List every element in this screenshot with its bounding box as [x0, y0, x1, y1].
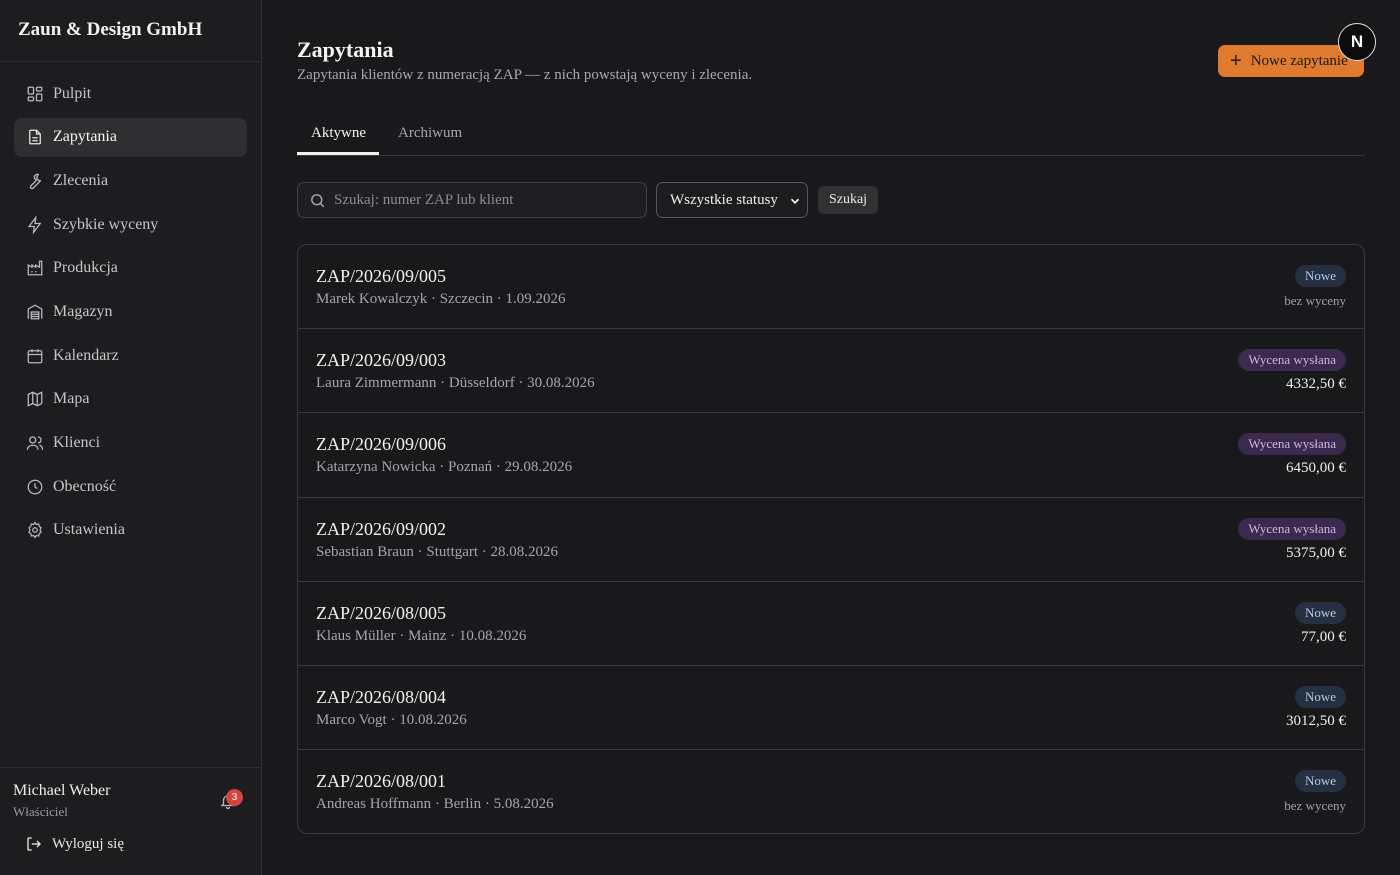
main-content: Zapytania Zapytania klientów z numeracją…: [262, 0, 1400, 875]
sidebar-item-obecnosc[interactable]: Obecność: [14, 467, 247, 506]
calendar-icon: [26, 347, 44, 365]
status-badge: Wycena wysłana: [1238, 517, 1346, 540]
list-item[interactable]: ZAP/2026/09/005 Marek Kowalczyk · Szczec…: [298, 245, 1364, 330]
user-role: Właściciel: [13, 804, 68, 819]
sidebar-item-label: Klienci: [53, 434, 101, 451]
inquiry-meta: Marco Vogt · 10.08.2026: [316, 711, 467, 728]
list-item[interactable]: ZAP/2026/09/003 Laura Zimmermann · Düsse…: [298, 329, 1364, 414]
logout-label: Wyloguj się: [52, 835, 125, 852]
search-input[interactable]: [334, 191, 624, 209]
status-badge: Nowe: [1294, 601, 1346, 624]
tab-aktywne[interactable]: Aktywne: [311, 125, 366, 142]
lightning-icon: [26, 215, 44, 234]
gear-icon: [26, 521, 44, 539]
inquiry-amount: bez wyceny: [1284, 293, 1346, 308]
status-badge: Wycena wysłana: [1238, 433, 1346, 456]
chevron-down-icon: [790, 198, 800, 204]
brand-name: Zaun & Design GmbH: [0, 0, 261, 62]
inquiry-amount: 77,00 €: [1301, 628, 1346, 645]
tab-archiwum[interactable]: Archiwum: [398, 125, 462, 142]
sidebar-item-szybkie-wyceny[interactable]: Szybkie wyceny: [14, 205, 247, 244]
sidebar-nav: Pulpit Zapytania Zlecenia Szybkie wyceny…: [0, 62, 261, 550]
inquiry-meta: Marek Kowalczyk · Szczecin · 1.09.2026: [316, 291, 566, 307]
sidebar-item-label: Pulpit: [53, 84, 92, 102]
sidebar-item-label: Produkcja: [53, 259, 118, 277]
sidebar-item-klienci[interactable]: Klienci: [14, 424, 247, 463]
inquiry-amount: 6450,00 €: [1286, 460, 1346, 477]
sidebar: Zaun & Design GmbH Pulpit Zapytania Zlec…: [0, 0, 262, 875]
inquiry-amount: bez wyceny: [1284, 798, 1346, 814]
status-badge: Nowe: [1294, 265, 1346, 287]
sidebar-item-label: Szybkie wyceny: [53, 215, 159, 233]
list-item[interactable]: ZAP/2026/09/002 Sebastian Braun · Stuttg…: [298, 498, 1364, 582]
inquiry-list: ZAP/2026/09/005 Marek Kowalczyk · Szczec…: [297, 244, 1365, 834]
sidebar-item-label: Ustawienia: [53, 521, 125, 539]
logout-icon: [27, 837, 41, 851]
logout-button[interactable]: Wyloguj się: [25, 835, 124, 853]
inquiry-number: ZAP/2026/08/005: [316, 602, 447, 623]
sidebar-item-magazyn[interactable]: Magazyn: [14, 292, 247, 331]
page-subtitle: Zapytania klientów z numeracją ZAP — z n…: [297, 67, 753, 83]
sidebar-footer: Michael Weber Właściciel 3 Wyloguj się: [0, 767, 261, 875]
inquiry-number: ZAP/2026/09/005: [316, 266, 447, 286]
sidebar-item-zapytania[interactable]: Zapytania: [14, 117, 247, 157]
sidebar-item-label: Kalendarz: [53, 346, 119, 364]
sidebar-item-pulpit[interactable]: Pulpit: [14, 74, 247, 113]
list-item[interactable]: ZAP/2026/08/005 Klaus Müller · Mainz · 1…: [298, 582, 1364, 666]
inquiry-meta: Klaus Müller · Mainz · 10.08.2026: [316, 627, 527, 644]
sidebar-item-ustawienia[interactable]: Ustawienia: [14, 511, 247, 550]
active-tab-indicator: [297, 152, 379, 155]
status-select[interactable]: Wszystkie statusy: [656, 182, 808, 218]
search-icon: [311, 193, 325, 207]
status-badge: Nowe: [1294, 685, 1346, 708]
status-badge: Wycena wysłana: [1238, 349, 1346, 372]
document-icon: [26, 128, 44, 146]
clock-icon: [26, 478, 44, 496]
notification-badge: 3: [226, 789, 243, 806]
list-item[interactable]: ZAP/2026/08/001 Andreas Hoffmann · Berli…: [298, 750, 1364, 833]
list-item[interactable]: ZAP/2026/08/004 Marco Vogt · 10.08.2026 …: [298, 666, 1364, 751]
sidebar-item-produkcja[interactable]: Produkcja: [14, 249, 247, 288]
plus-icon: +: [1230, 50, 1242, 72]
list-item[interactable]: ZAP/2026/09/006 Katarzyna Nowicka · Pozn…: [298, 413, 1364, 498]
dashboard-icon: [26, 85, 44, 103]
inquiry-number: ZAP/2026/08/004: [316, 686, 447, 707]
sidebar-item-kalendarz[interactable]: Kalendarz: [14, 336, 247, 375]
page-title: Zapytania: [297, 37, 394, 62]
sidebar-item-label: Zlecenia: [53, 171, 109, 189]
users-icon: [26, 434, 44, 452]
sidebar-item-mapa[interactable]: Mapa: [14, 380, 247, 419]
search-button[interactable]: Szukaj: [818, 186, 878, 214]
inquiry-number: ZAP/2026/09/006: [316, 434, 447, 455]
new-inquiry-label: Nowe zapytanie: [1250, 52, 1348, 69]
user-name: Michael Weber: [13, 782, 111, 799]
inquiry-number: ZAP/2026/08/001: [316, 771, 447, 792]
inquiry-amount: 3012,50 €: [1286, 712, 1346, 729]
search-box: [297, 182, 647, 218]
avatar[interactable]: N: [1338, 23, 1376, 61]
tabs: Aktywne Archiwum: [297, 114, 1365, 156]
warehouse-icon: [26, 303, 44, 321]
inquiry-meta: Laura Zimmermann · Düsseldorf · 30.08.20…: [316, 375, 595, 392]
inquiry-number: ZAP/2026/09/003: [316, 350, 447, 371]
inquiry-amount: 4332,50 €: [1286, 376, 1346, 393]
sidebar-item-label: Mapa: [53, 390, 90, 408]
inquiry-number: ZAP/2026/09/002: [316, 518, 447, 539]
status-select-value: Wszystkie statusy: [670, 191, 778, 208]
sidebar-item-zlecenia[interactable]: Zlecenia: [14, 161, 247, 200]
status-badge: Nowe: [1294, 770, 1346, 793]
inquiry-meta: Katarzyna Nowicka · Poznań · 29.08.2026: [316, 459, 573, 476]
inquiry-amount: 5375,00 €: [1286, 544, 1346, 561]
inquiry-meta: Sebastian Braun · Stuttgart · 28.08.2026: [316, 543, 559, 560]
wrench-icon: [26, 172, 44, 190]
sidebar-item-label: Magazyn: [53, 302, 113, 320]
sidebar-item-label: Obecność: [53, 477, 117, 495]
map-icon: [26, 390, 44, 408]
factory-icon: [26, 259, 44, 277]
sidebar-item-label: Zapytania: [53, 128, 117, 146]
inquiry-meta: Andreas Hoffmann · Berlin · 5.08.2026: [316, 796, 554, 813]
